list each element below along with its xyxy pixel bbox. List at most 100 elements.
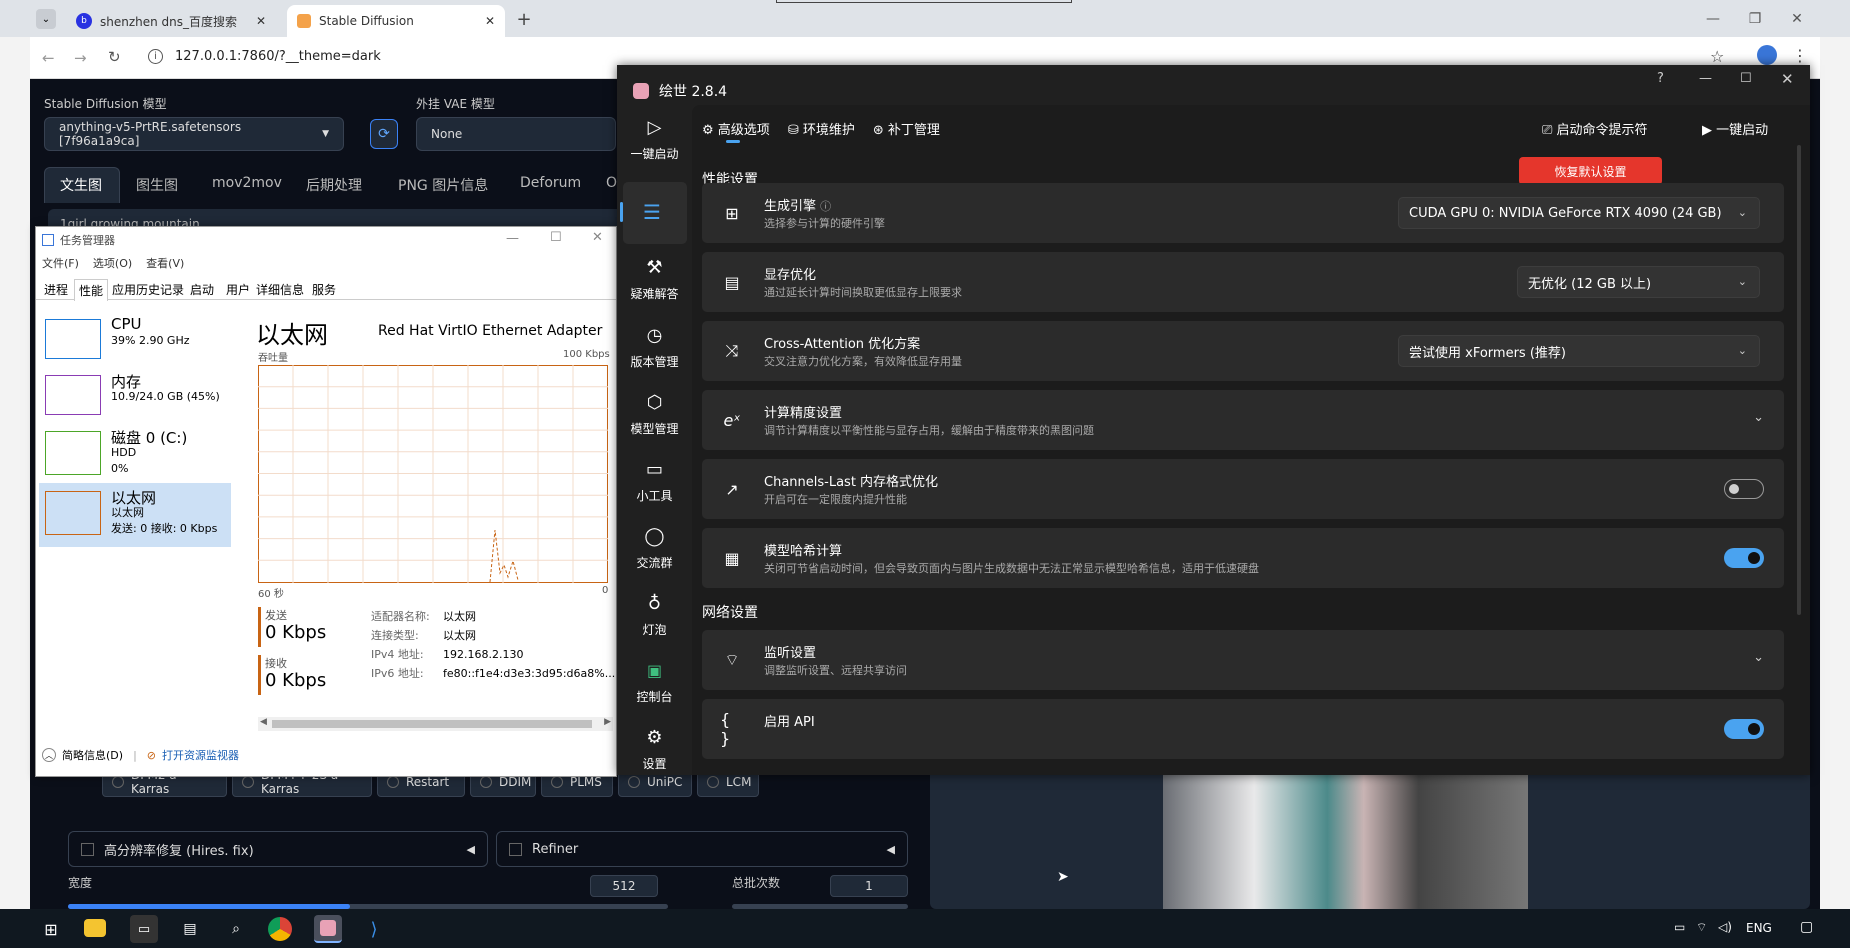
tab-details[interactable]: 详细信息 [252,279,308,300]
batch-count-input[interactable]: 1 [830,875,908,897]
profile-avatar[interactable] [1757,45,1777,65]
nav-settings[interactable]: ⚙ 设置 [617,725,692,772]
model-hash-toggle[interactable] [1724,548,1764,568]
browser-tab-sd[interactable]: Stable Diffusion ✕ [287,5,505,37]
menu-kebab-icon[interactable]: ⋮ [1792,46,1808,65]
tab-env[interactable]: ⛁ 环境维护 [788,119,855,138]
vae-select[interactable]: None [416,117,616,151]
chevron-down-icon[interactable]: ⌄ [1753,410,1764,425]
cross-attention-dropdown[interactable]: 尝试使用 xFormers (推荐) ⌄ [1398,335,1760,367]
site-info-icon[interactable]: i [148,49,163,64]
file-explorer-icon[interactable] [84,919,106,937]
refiner-checkbox[interactable] [509,842,522,856]
minimize-icon[interactable]: — [1690,0,1736,37]
reset-defaults-button[interactable]: 恢复默认设置 [1519,157,1662,185]
brief-info-link[interactable]: 简略信息(D) [62,747,123,763]
tab-advanced[interactable]: ⚙ 高级选项 [702,119,770,138]
reload-icon[interactable]: ↻ [108,48,121,66]
nav-version[interactable]: ◷ 版本管理 [617,323,692,370]
nav-advanced[interactable]: ☰ [620,182,687,244]
cmd-prompt-button[interactable]: ⎚ 启动命令提示符 [1542,119,1648,138]
refresh-model-button[interactable]: ⟳ [370,119,398,149]
chevron-down-icon[interactable]: ⌄ [1753,650,1764,665]
url-text[interactable]: 127.0.0.1:7860/?__theme=dark [175,49,381,64]
nav-models[interactable]: ⬡ 模型管理 [617,390,692,437]
tab-mov2mov[interactable]: mov2mov [212,175,282,191]
new-tab-icon[interactable]: + [514,9,534,30]
browser-tab-baidu[interactable]: b shenzhen dns_百度搜索 ✕ [66,5,276,37]
scroll-left-icon[interactable]: ◀ [260,717,267,727]
chrome-icon[interactable] [268,917,292,941]
width-input[interactable]: 512 [590,875,658,897]
hires-fix-accordion[interactable]: 高分辨率修复 (Hires. fix) ◀ [68,831,488,867]
tm-side-disk[interactable]: 磁盘 0 (C:) HDD 0% [39,423,231,483]
model-select[interactable]: anything-v5-PrtRE.safetensors [7f96a1a9c… [44,117,344,151]
tab-extras[interactable]: 后期处理 [306,175,362,195]
help-icon[interactable]: ? [1657,71,1664,86]
wifi-tray-icon[interactable]: ⌔ [1696,920,1707,935]
engine-dropdown[interactable]: CUDA GPU 0: NVIDIA GeForce RTX 4090 (24 … [1398,197,1760,229]
forward-icon[interactable]: → [74,49,87,67]
volume-icon[interactable]: ◁) [1718,920,1732,934]
tab-search-icon[interactable]: ⌄ [36,9,56,29]
nav-launch[interactable]: ▷ 一键启动 [617,115,692,162]
api-toggle[interactable] [1724,719,1764,739]
hires-checkbox[interactable] [81,842,94,856]
tab-img2img[interactable]: 图生图 [136,175,178,195]
tm-side-cpu[interactable]: CPU 39% 2.90 GHz [39,311,231,371]
card-listen[interactable]: ⌔ 监听设置 调整监听设置、远程共享访问 ⌄ [702,630,1784,690]
collapse-triangle-icon[interactable]: ◀ [887,843,895,856]
refiner-accordion[interactable]: Refiner ◀ [496,831,908,867]
tab-png-info[interactable]: PNG 图片信息 [398,175,488,195]
menu-options[interactable]: 选项(O) [93,255,132,271]
vscode-icon[interactable]: ⟩ [360,915,388,943]
close-icon[interactable]: ✕ [256,14,266,28]
vertical-scrollbar[interactable] [1797,145,1801,615]
maximize-icon[interactable]: ☐ [1740,71,1752,86]
channels-last-toggle[interactable] [1724,479,1764,499]
tab-txt2img[interactable]: 文生图 [60,175,102,195]
huishi-taskbar-icon[interactable] [314,915,342,943]
menu-file[interactable]: 文件(F) [42,255,79,271]
help-circle-icon[interactable]: ⓘ [820,200,831,213]
horizontal-scrollbar[interactable]: ◀ ▶ [258,717,613,731]
tm-side-memory[interactable]: 内存 10.9/24.0 GB (45%) [39,367,231,427]
network-tray-icon[interactable]: ▭ [1674,920,1685,934]
tab-performance[interactable]: 性能 [74,279,109,301]
restore-icon[interactable]: ❐ [1732,0,1778,37]
collapse-triangle-icon[interactable]: ◀ [467,843,475,856]
input-language[interactable]: ENG [1746,921,1772,935]
tab-more[interactable]: O [606,175,617,191]
minimize-icon[interactable]: — [506,231,519,246]
nav-tools[interactable]: ▭ 小工具 [617,457,692,504]
nav-console[interactable]: ▣ 控制台 [617,658,692,705]
nav-bulb[interactable]: ♁ 灯泡 [617,591,692,638]
tab-deforum[interactable]: Deforum [520,175,581,191]
close-icon[interactable]: ✕ [485,14,495,28]
open-resource-monitor-link[interactable]: 打开资源监视器 [162,747,239,763]
nav-troubleshoot[interactable]: ⚒ 疑难解答 [617,255,692,302]
maximize-icon[interactable]: ☐ [550,230,562,245]
nav-community[interactable]: ◯ 交流群 [617,524,692,571]
tab-users[interactable]: 用户 [222,279,254,300]
scrollbar-thumb[interactable] [272,720,592,728]
close-window-icon[interactable]: ✕ [1774,0,1820,37]
card-precision[interactable]: eˣ 计算精度设置 调节计算精度以平衡性能与显存占用，缓解由于精度带来的黑图问题… [702,390,1784,450]
vram-dropdown[interactable]: 无优化 (12 GB 以上) ⌄ [1517,266,1760,298]
close-icon[interactable]: ✕ [592,230,603,245]
chevron-up-icon[interactable]: ︿ [42,748,56,762]
minimize-icon[interactable]: — [1699,71,1712,86]
tab-processes[interactable]: 进程 [40,279,72,300]
tab-startup[interactable]: 启动 [186,279,218,300]
scroll-right-icon[interactable]: ▶ [604,717,611,727]
bookmark-star-icon[interactable]: ☆ [1710,47,1724,66]
menu-view[interactable]: 查看(V) [146,255,184,271]
back-icon[interactable]: ← [42,49,55,67]
launch-button[interactable]: ▶ 一键启动 [1702,119,1768,138]
tab-app-history[interactable]: 应用历史记录 [108,279,188,300]
search-app-icon[interactable]: ⌕ [222,915,250,943]
generated-image[interactable] [1163,774,1528,909]
terminal-app-icon[interactable]: ▭ [130,915,158,943]
task-manager-app-icon[interactable]: ▤ [176,915,204,943]
close-icon[interactable]: ✕ [1781,70,1794,88]
